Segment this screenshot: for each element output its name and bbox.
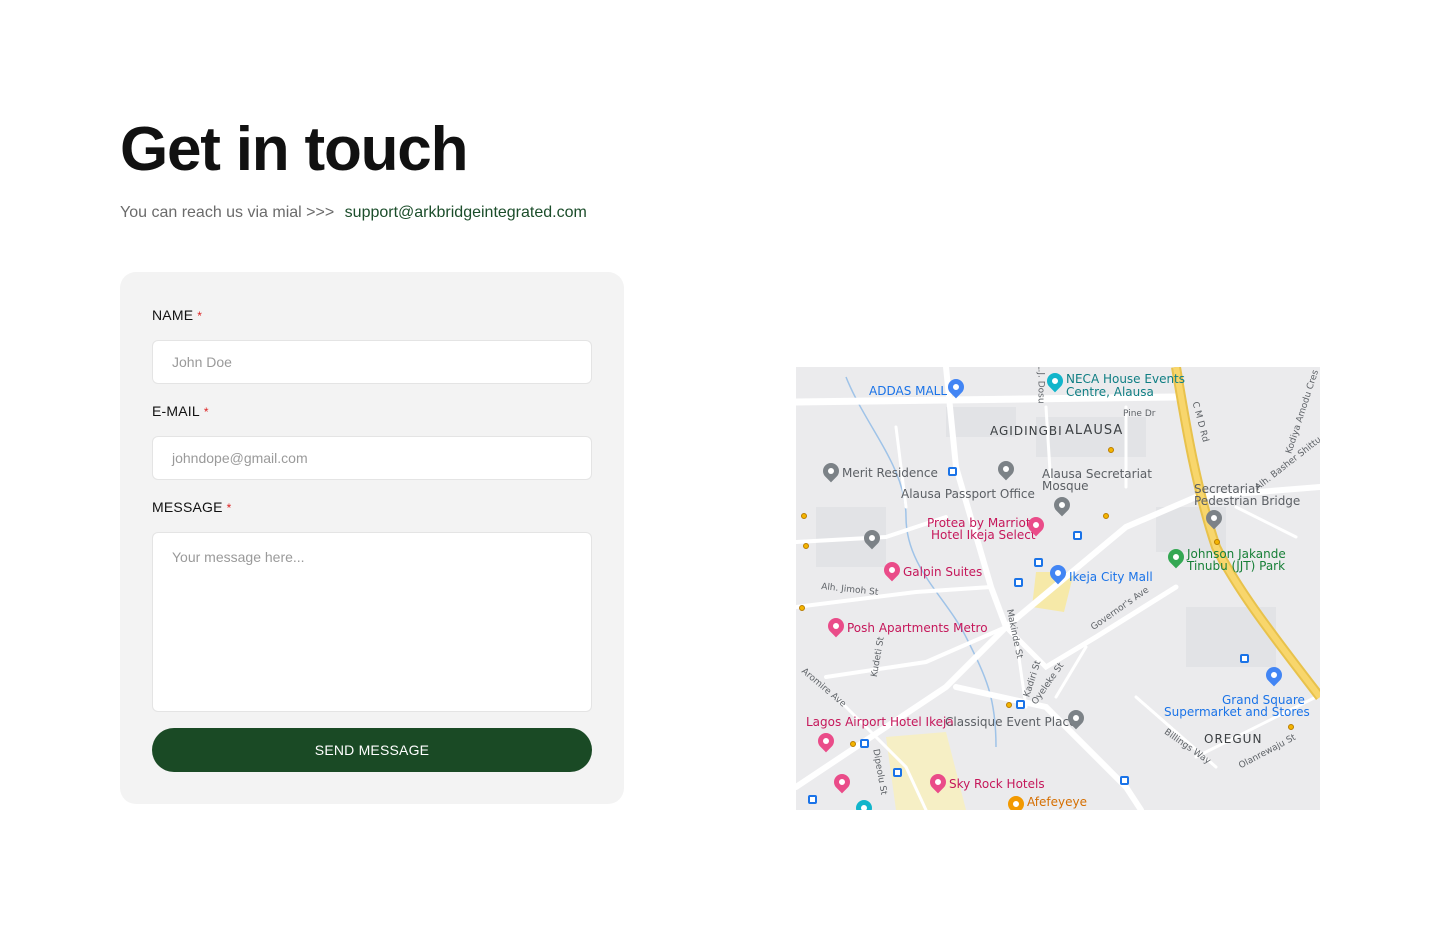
bus-stop-icon[interactable] [1016,700,1025,709]
contact-form: NAME * John Doe E-MAIL * johndope@gmail.co… [120,272,624,804]
area-label: AGIDINGBI [990,424,1063,438]
email-link[interactable]: support@arkbridgeintegrated.com [345,204,587,221]
contact-line: You can reach us via mial >>> support@ar… [120,203,587,223]
poi-label[interactable]: Sky Rock Hotels [949,778,1045,790]
poi-label: Supermarket and Stores [1164,705,1310,719]
poi-label: Centre, Alausa [1066,385,1154,399]
poi-label[interactable]: Classique Event Place [945,716,1076,728]
name-label-text: NAME [152,307,194,323]
area-label: OREGUN [1204,732,1263,746]
email-label: E-MAIL * [152,402,209,421]
poi-label[interactable]: Merit Residence [842,467,938,479]
poi-label[interactable]: Posh Apartments Metro [847,622,988,634]
transit-dot-icon [799,605,805,611]
poi-label[interactable]: NECA House Events [1066,373,1185,385]
location-map[interactable]: AGIDINGBI ALAUSA OREGUN ADDAS MALL NECA … [796,367,1320,810]
poi-label: Tinubu (JJT) Park [1187,559,1286,573]
street-label: L.J. Dosu [1035,367,1046,404]
bus-stop-icon[interactable] [860,739,869,748]
transit-dot-icon [1103,513,1109,519]
transit-dot-icon [850,741,856,747]
send-message-button[interactable]: SEND MESSAGE [152,728,592,772]
name-label: NAME * [152,306,202,325]
street-label: Pine Dr [1123,409,1156,419]
required-mark: * [203,405,209,419]
email-input[interactable]: johndope@gmail.com [152,436,592,480]
poi-label[interactable]: Alausa Passport Office [901,488,1035,500]
required-mark: * [226,501,232,515]
poi-label[interactable]: Afefeyeye [1027,796,1087,808]
contact-text: You can reach us via mial >>> [120,204,335,221]
required-mark: * [197,309,203,323]
bus-stop-icon[interactable] [1240,654,1249,663]
transit-dot-icon [1108,447,1114,453]
transit-dot-icon [803,543,809,549]
email-label-text: E-MAIL [152,403,200,419]
poi-label[interactable]: Galpin Suites [903,566,982,578]
message-label-text: MESSAGE [152,499,223,515]
bus-stop-icon[interactable] [948,467,957,476]
page-title: Get in touch [120,115,468,184]
bus-stop-icon[interactable] [1073,531,1082,540]
poi-label[interactable]: Lagos Airport Hotel Ikeja [806,716,954,728]
area-label: ALAUSA [1065,423,1124,438]
poi-label: Hotel Ikeja Select [931,528,1036,542]
bus-stop-icon[interactable] [1120,776,1129,785]
poi-label[interactable]: ADDAS MALL [869,385,947,397]
bus-stop-icon[interactable] [1034,558,1043,567]
transit-dot-icon [1214,539,1220,545]
bus-stop-icon[interactable] [893,768,902,777]
poi-label: Mosque [1042,479,1089,493]
transit-dot-icon [1006,702,1012,708]
message-label: MESSAGE * [152,498,232,517]
name-input[interactable]: John Doe [152,340,592,384]
bus-stop-icon[interactable] [1014,578,1023,587]
poi-label[interactable]: Ikeja City Mall [1069,571,1153,583]
message-textarea[interactable]: Your message here... [152,532,592,712]
transit-dot-icon [801,513,807,519]
poi-label: Pedestrian Bridge [1194,494,1301,508]
transit-dot-icon [1288,724,1294,730]
bus-stop-icon[interactable] [808,795,817,804]
